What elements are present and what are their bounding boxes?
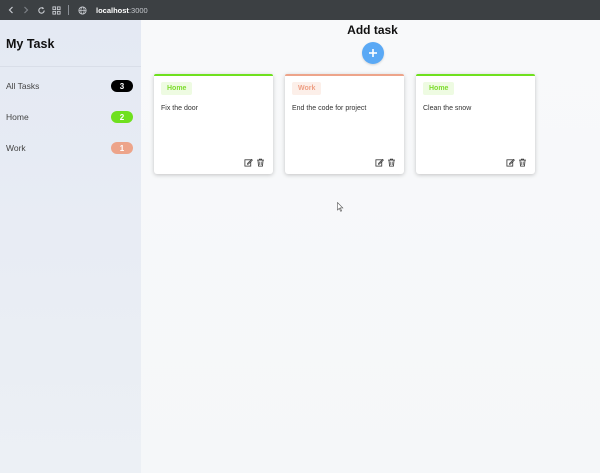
sidebar: My Task All Tasks 3 Home 2 Work 1 [0,20,141,473]
plus-icon [369,49,377,57]
count-badge: 1 [111,142,133,154]
task-text: Fix the door [161,105,198,112]
card-actions [244,158,265,167]
forward-icon[interactable] [19,3,33,17]
sidebar-item-work[interactable]: Work 1 [0,138,141,158]
edit-icon[interactable] [506,158,515,167]
task-text: End the code for project [292,105,367,112]
count-badge: 2 [111,111,133,123]
edit-icon[interactable] [244,158,253,167]
task-card: Home Clean the snow [416,74,535,174]
category-tag: Home [423,82,455,95]
card-actions [375,158,396,167]
sidebar-item-label: Home [6,112,29,122]
trash-icon[interactable] [256,158,265,167]
sidebar-item-all-tasks[interactable]: All Tasks 3 [0,76,141,96]
address-bar[interactable]: localhost:3000 [96,6,148,15]
sidebar-item-label: Work [6,143,26,153]
url-host: localhost [96,5,129,15]
sidebar-title: My Task [6,37,55,51]
card-accent-line [154,74,273,76]
category-tag: Work [292,82,322,95]
task-card: Home Fix the door [154,74,273,174]
back-icon[interactable] [4,3,18,17]
trash-icon[interactable] [518,158,527,167]
card-accent-line [285,74,404,76]
grid-icon[interactable] [49,3,63,17]
add-task-button[interactable] [362,42,384,64]
card-accent-line [416,74,535,76]
sidebar-divider [0,66,141,67]
task-card: Work End the code for project [285,74,404,174]
sidebar-item-label: All Tasks [6,81,40,91]
sidebar-item-home[interactable]: Home 2 [0,107,141,127]
browser-toolbar: localhost:3000 [0,0,600,20]
reload-icon[interactable] [34,3,48,17]
edit-icon[interactable] [375,158,384,167]
count-badge: 3 [111,80,133,92]
toolbar-divider [68,5,69,15]
category-tag: Home [161,82,193,95]
trash-icon[interactable] [387,158,396,167]
main-content: Add task Home Fix the door Work End the … [141,20,600,473]
globe-icon[interactable] [75,3,89,17]
mouse-cursor-icon [337,199,344,217]
card-actions [506,158,527,167]
task-text: Clean the snow [423,105,472,112]
url-port: :3000 [128,5,148,15]
page-title: Add task [347,23,398,37]
